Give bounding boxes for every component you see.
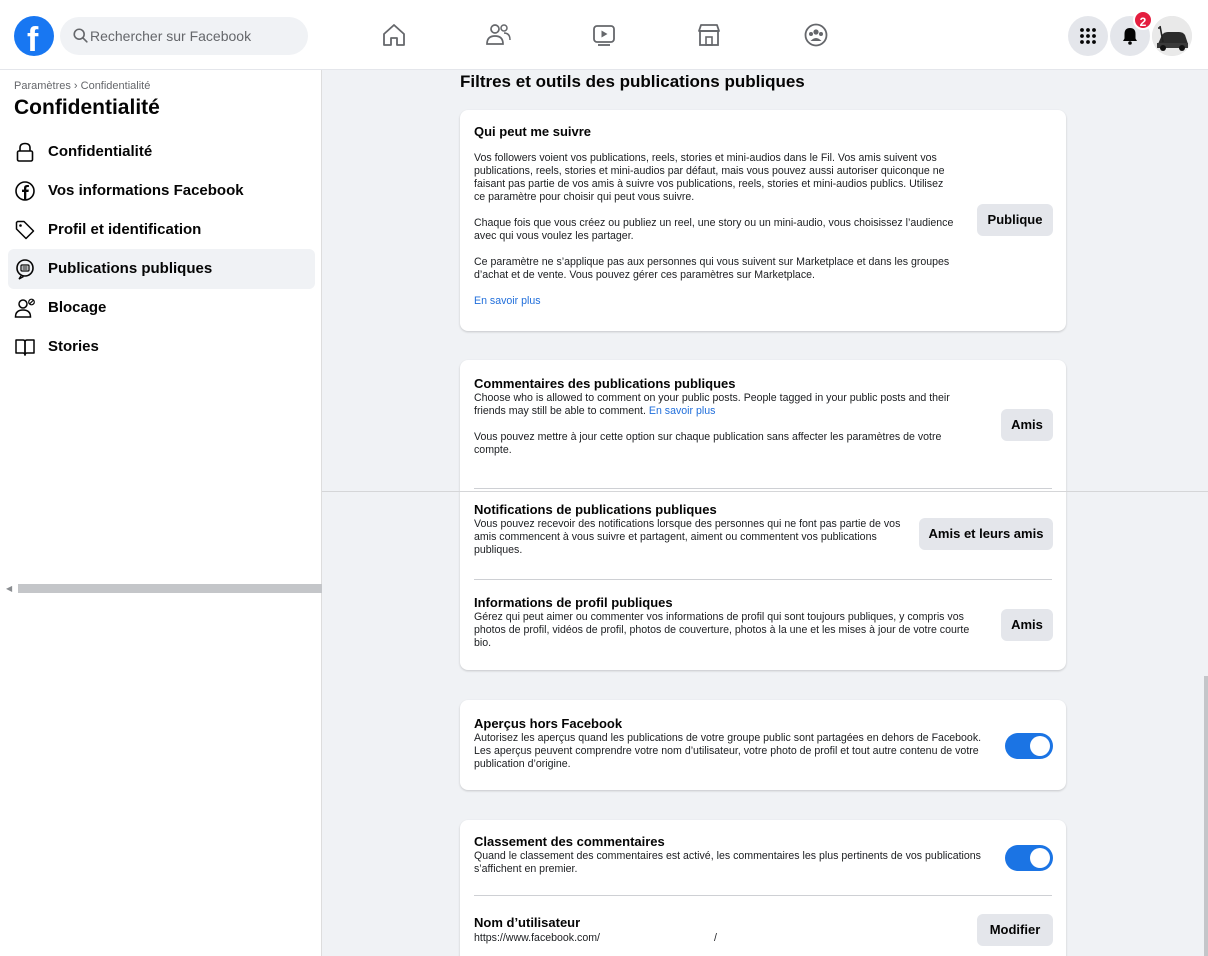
top-navigation-bar: f 2: [0, 0, 1208, 70]
sidebar-item-label: Blocage: [48, 299, 107, 316]
notifications-title: Notifications de publications publiques: [474, 502, 717, 517]
watch-icon[interactable]: [589, 20, 619, 50]
bell-icon: [1123, 28, 1137, 45]
settings-sidebar: Paramètres › Confidentialité Confidentia…: [0, 70, 322, 956]
tag-icon: [15, 220, 35, 240]
comments-description-2: Vous pouvez mettre à jour cette option s…: [474, 431, 942, 456]
public-posts-icon: [16, 259, 34, 280]
notifications-audience-button[interactable]: Amis et leurs amis: [919, 518, 1053, 550]
menu-button[interactable]: [1068, 16, 1108, 56]
scroll-left-icon[interactable]: ◀: [6, 584, 12, 593]
breadcrumb[interactable]: Paramètres › Confidentialité: [14, 80, 150, 92]
sidebar-title: Confidentialité: [14, 96, 160, 119]
sidebar-item-profil-identification[interactable]: Profil et identification: [8, 210, 315, 250]
search-input[interactable]: [90, 17, 300, 55]
scrollbar-thumb[interactable]: [18, 584, 322, 593]
divider: [474, 488, 1052, 489]
comments-title: Commentaires des publications publiques: [474, 376, 736, 391]
previews-toggle[interactable]: [1005, 733, 1053, 759]
block-user-icon: [14, 298, 35, 318]
groups-icon[interactable]: [801, 20, 831, 50]
comments-audience-button[interactable]: Amis: [1001, 409, 1053, 441]
friends-icon[interactable]: [483, 20, 513, 50]
vertical-scrollbar[interactable]: [1204, 676, 1208, 956]
learn-more-link[interactable]: En savoir plus: [474, 295, 954, 308]
sidebar-item-label: Publications publiques: [48, 260, 213, 277]
previews-card: Aperçus hors Facebook Autorisez les aper…: [460, 700, 1066, 790]
sidebar-item-vos-informations[interactable]: Vos informations Facebook: [8, 171, 315, 211]
sidebar-item-stories[interactable]: Stories: [8, 327, 315, 367]
profile-info-title: Informations de profil publiques: [474, 595, 673, 610]
sidebar-item-publications-publiques[interactable]: Publications publiques: [8, 249, 315, 289]
facebook-logo[interactable]: f: [14, 16, 54, 59]
ranking-description: Quand le classement des commentaires est…: [474, 850, 981, 875]
sidebar-item-label: Profil et identification: [48, 221, 202, 238]
sidebar-item-label: Confidentialité: [48, 143, 153, 160]
previews-description: Autorisez les aperçus quand les publicat…: [474, 732, 982, 770]
follow-settings-card: Qui peut me suivre Vos followers voient …: [460, 110, 1066, 331]
avatar[interactable]: [1152, 16, 1192, 56]
comment-ranking-card: Classement des commentaires Quand le cla…: [460, 820, 1066, 956]
follow-audience-button[interactable]: Publique: [977, 204, 1053, 236]
profile-info-audience-button[interactable]: Amis: [1001, 609, 1053, 641]
horizontal-scrollbar[interactable]: ◀: [6, 583, 322, 593]
profile-picture: [1152, 16, 1192, 56]
sidebar-item-confidentialite[interactable]: Confidentialité: [8, 132, 315, 172]
logo-letter: f: [27, 21, 39, 59]
username-url: https://www.facebook.com//: [474, 932, 717, 944]
book-icon: [15, 339, 35, 356]
divider: [474, 579, 1052, 580]
grid-menu-icon: [1080, 28, 1096, 44]
edit-username-button[interactable]: Modifier: [977, 914, 1053, 946]
learn-more-link[interactable]: En savoir plus: [649, 405, 716, 417]
follow-description-2: Chaque fois que vous créez ou publiez un…: [474, 217, 954, 242]
home-icon[interactable]: [379, 20, 409, 50]
search-box[interactable]: [60, 17, 308, 55]
sidebar-item-label: Vos informations Facebook: [48, 182, 244, 199]
marketplace-icon[interactable]: [694, 20, 724, 50]
sidebar-item-label: Stories: [48, 338, 99, 355]
search-icon: [73, 28, 88, 43]
follow-description: Vos followers voient vos publications, r…: [474, 152, 945, 203]
page-divider-line: [322, 491, 1208, 492]
notifications-description: Vous pouvez recevoir des notifications l…: [474, 518, 901, 556]
previews-title: Aperçus hors Facebook: [474, 716, 623, 731]
ranking-toggle[interactable]: [1005, 845, 1053, 871]
ranking-title: Classement des commentaires: [474, 834, 665, 849]
toggle-knob: [1030, 848, 1050, 868]
notification-badge: 2: [1133, 10, 1153, 30]
public-posts-card: Commentaires des publications publiques …: [460, 360, 1066, 670]
username-title: Nom d’utilisateur: [474, 915, 581, 930]
follow-description-3: Ce paramètre ne s’applique pas aux perso…: [474, 256, 950, 281]
toggle-knob: [1030, 736, 1050, 756]
profile-info-description: Gérez qui peut aimer ou commenter vos in…: [474, 611, 970, 649]
divider: [474, 895, 1052, 896]
comments-description: Choose who is allowed to comment on your…: [474, 392, 950, 417]
facebook-circle-icon: [15, 181, 35, 201]
sidebar-item-blocage[interactable]: Blocage: [8, 288, 315, 328]
lock-icon: [16, 142, 34, 162]
follow-title: Qui peut me suivre: [474, 124, 592, 139]
page-title: Filtres et outils des publications publi…: [460, 72, 805, 91]
